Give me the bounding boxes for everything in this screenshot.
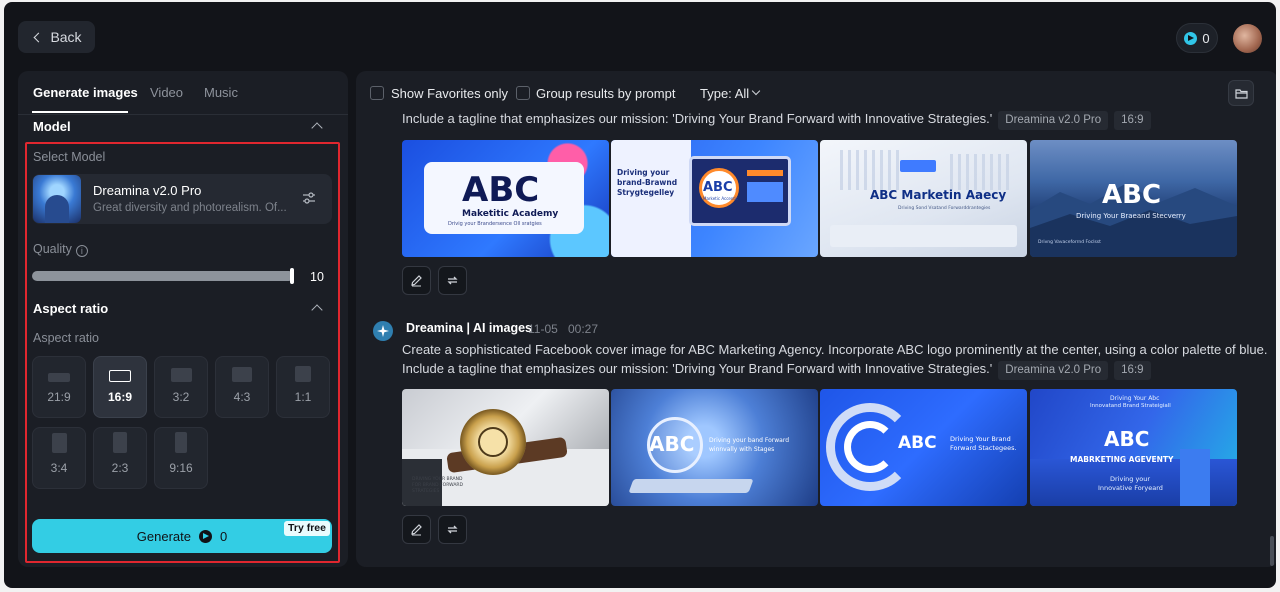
regenerate-button[interactable] (438, 515, 467, 544)
group-by-prompt-checkbox[interactable] (516, 86, 530, 100)
ratio-option-4-3[interactable]: 4:3 (215, 356, 269, 418)
type-filter-dropdown[interactable]: Type: All (700, 86, 749, 101)
credits-count: 0 (1202, 30, 1210, 46)
ratio-3-2-icon (170, 368, 192, 382)
model-tag: Dreamina v2.0 Pro (998, 361, 1109, 380)
aspect-ratio-section-title: Aspect ratio (33, 301, 109, 316)
dreamina-bot-avatar (373, 321, 393, 341)
ratio-9-16-icon (175, 432, 187, 453)
result-image[interactable]: DRIVING YOUR BRAND FOR BRAND FORWARD STR… (402, 389, 609, 506)
edit-button[interactable] (402, 515, 431, 544)
collapse-aspect-chevron-icon[interactable] (311, 304, 323, 316)
quality-label: Quality (33, 242, 72, 256)
collapse-model-chevron-icon[interactable] (311, 122, 323, 134)
edit-button[interactable] (402, 266, 431, 295)
settings-sliders-icon[interactable] (302, 191, 316, 205)
tab-generate-images[interactable]: Generate images (33, 85, 138, 100)
pencil-icon (411, 275, 422, 287)
result-image[interactable]: Driving your brand-Brawnd Strygtegelley … (611, 140, 818, 257)
back-label: Back (50, 29, 82, 45)
ratio-option-1-1[interactable]: 1:1 (276, 356, 330, 418)
ratio-tag: 16:9 (1114, 361, 1151, 380)
try-free-badge: Try free (284, 521, 330, 536)
model-thumbnail (33, 175, 81, 223)
ratio-option-2-3[interactable]: 2:3 (93, 427, 147, 489)
model-selector[interactable]: Dreamina v2.0 Pro Great diversity and ph… (32, 174, 332, 224)
quality-slider-track[interactable] (32, 271, 294, 281)
result-image[interactable]: ABC Driving your band Forward winnvally … (611, 389, 818, 506)
app-window: Back 0 Generate images Video Music Model… (4, 2, 1276, 588)
ratio-option-9-16[interactable]: 9:16 (154, 427, 208, 489)
folder-button[interactable] (1228, 80, 1254, 106)
pencil-icon (411, 524, 422, 536)
ratio-4-3-icon (232, 367, 252, 382)
quality-slider-handle[interactable] (290, 268, 294, 284)
result-time: 00:27 (568, 322, 599, 336)
aspect-ratio-sublabel: Aspect ratio (33, 331, 100, 345)
result-author: Dreamina | AI images (406, 321, 533, 335)
refresh-arrows-icon (447, 525, 458, 534)
chevron-down-icon[interactable] (751, 86, 761, 96)
ratio-1-1-icon (295, 366, 311, 382)
result-2-prompt: Create a sophisticated Facebook cover im… (402, 340, 1272, 380)
generate-label: Generate (136, 528, 191, 544)
generate-button[interactable]: Generate 0 Try free (32, 519, 332, 553)
model-tag: Dreamina v2.0 Pro (998, 111, 1109, 130)
result-image[interactable]: Driving Your Abc Innovatand Brand Strate… (1030, 389, 1237, 506)
ratio-16-9-icon (109, 370, 131, 382)
favorites-label[interactable]: Show Favorites only (391, 86, 508, 101)
select-model-label: Select Model (33, 150, 106, 164)
quality-value: 10 (310, 270, 324, 284)
model-section-title: Model (33, 119, 71, 134)
generate-cost: 0 (219, 528, 228, 544)
sparkle-icon (377, 325, 389, 337)
back-button[interactable]: Back (18, 21, 95, 53)
quality-label-wrap: Quality i (33, 242, 88, 257)
result-image[interactable]: ABC Maketitic Academy Drivig your Brande… (402, 140, 609, 257)
info-icon[interactable]: i (75, 245, 88, 257)
group-by-prompt-label[interactable]: Group results by prompt (536, 86, 675, 101)
refresh-arrows-icon (447, 276, 458, 285)
tab-music[interactable]: Music (204, 85, 238, 100)
ratio-option-3-4[interactable]: 3:4 (32, 427, 86, 489)
model-description: Great diversity and photorealism. Of... (93, 202, 287, 214)
results-scrollbar[interactable] (1270, 536, 1274, 566)
ratio-option-21-9[interactable]: 21:9 (32, 356, 86, 418)
result-image[interactable]: ABC Marketin Aaecy Driving Sond Vsatand … (820, 140, 1027, 257)
ratio-option-3-2[interactable]: 3:2 (154, 356, 208, 418)
credit-coin-icon (198, 529, 212, 543)
favorites-checkbox[interactable] (370, 86, 384, 100)
result-image[interactable]: ABC Driving Your Braeand Stecverry Drivn… (1030, 140, 1237, 257)
ratio-21-9-icon (48, 373, 70, 382)
ratio-tag: 16:9 (1114, 111, 1151, 130)
folder-icon (1234, 88, 1248, 99)
ratio-2-3-icon (113, 432, 127, 453)
ratio-option-16-9[interactable]: 16:9 (93, 356, 147, 418)
results-panel: Show Favorites only Group results by pro… (356, 71, 1276, 567)
credit-coin-icon (1184, 31, 1198, 45)
mode-tabs: Generate images Video Music (18, 71, 348, 115)
result-1-prompt: Include a tagline that emphasizes our mi… (402, 109, 1151, 130)
ratio-3-4-icon (51, 433, 67, 453)
avatar[interactable] (1233, 24, 1262, 53)
result-date: 11-05 (528, 322, 558, 336)
generation-settings-panel: Generate images Video Music Model Select… (18, 71, 348, 567)
tab-video[interactable]: Video (150, 85, 183, 100)
regenerate-button[interactable] (438, 266, 467, 295)
model-name: Dreamina v2.0 Pro (93, 183, 202, 198)
credits-badge[interactable]: 0 (1176, 23, 1218, 53)
chevron-left-icon (33, 32, 44, 42)
active-tab-indicator (32, 111, 128, 113)
result-image[interactable]: ABC Driving Your Brand Forward Stactegee… (820, 389, 1027, 506)
